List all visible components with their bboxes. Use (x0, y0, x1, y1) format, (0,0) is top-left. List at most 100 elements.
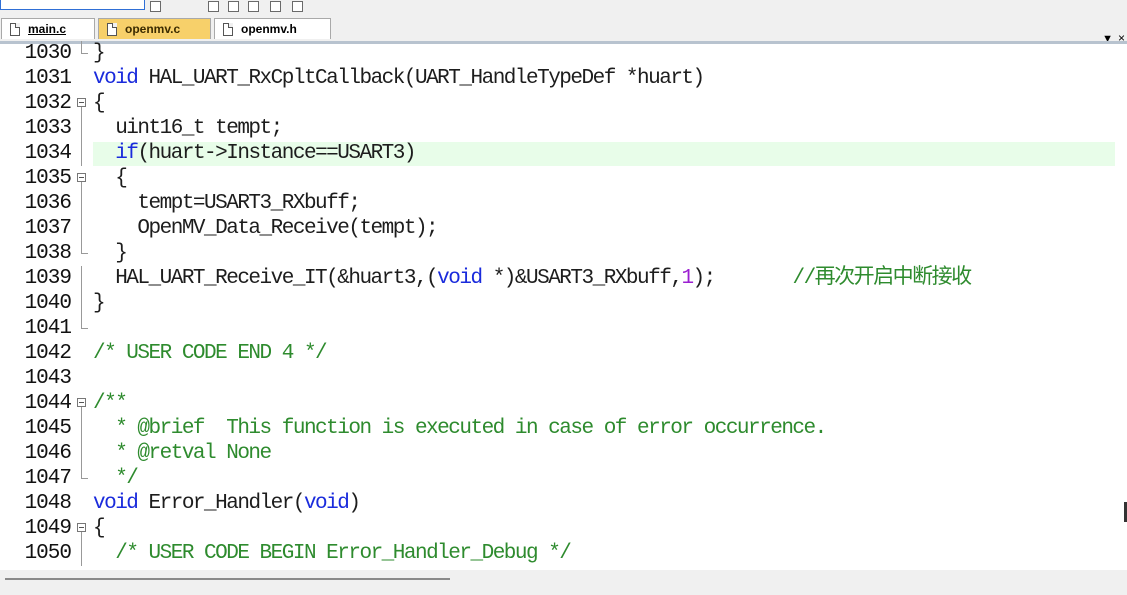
code-text: if(huart->Instance==USART3) (115, 142, 416, 165)
code-editor[interactable]: 1030} 1031 void HAL_UART_RxCpltCallback(UA… (0, 41, 1127, 570)
code-text: * @brief This function is executed in ca… (93, 417, 827, 440)
fold-gutter[interactable] (76, 91, 90, 116)
line-number: 1049 (24, 517, 72, 540)
line-number: 1039 (24, 267, 72, 290)
line-number: 1032 (24, 92, 72, 115)
code-line[interactable]: 1047 */ (0, 466, 1127, 491)
code-line[interactable]: 1046 * @retval None (0, 441, 1127, 466)
code-line[interactable]: 1032 { (0, 91, 1127, 116)
code-line[interactable]: 1049 { (0, 516, 1127, 541)
fold-gutter (76, 216, 90, 241)
code-text: { (93, 167, 128, 190)
code-line[interactable]: 1042 /* USER CODE END 4 */ (0, 341, 1127, 366)
fold-gutter (76, 441, 90, 466)
fold-gutter (76, 41, 90, 66)
line-number: 1031 (24, 67, 72, 90)
code-line[interactable]: 1037 OpenMV_Data_Receive(tempt); (0, 216, 1127, 241)
fold-gutter (76, 366, 90, 391)
code-line[interactable]: 1030} (0, 41, 1127, 66)
code-text: tempt=USART3_RXbuff; (93, 192, 361, 215)
code-text: HAL_UART_Receive_IT(&huart3,(void *)&USA… (93, 267, 972, 290)
tab-label: openmv.h (241, 22, 297, 36)
code-text: /* USER CODE BEGIN Error_Handler_Debug *… (115, 542, 572, 565)
fold-gutter (76, 266, 90, 291)
code-text: /** (93, 392, 128, 415)
collapse-icon[interactable] (77, 523, 86, 532)
code-text: * @retval None (93, 442, 272, 465)
fold-gutter (76, 316, 90, 341)
line-number: 1035 (24, 167, 72, 190)
code-line[interactable]: 1044 /** (0, 391, 1127, 416)
file-icon (10, 22, 20, 36)
code-line[interactable]: 1040} (0, 291, 1127, 316)
code-line[interactable]: 1036 tempt=USART3_RXbuff; (0, 191, 1127, 216)
code-line[interactable]: 1035 { (0, 166, 1127, 191)
code-line[interactable]: 1043 (0, 366, 1127, 391)
fold-gutter (76, 541, 90, 566)
tab-bar: main.c openmv.c openmv.h ▼ × (0, 15, 1127, 45)
fold-gutter (76, 66, 90, 91)
line-number: 1047 (24, 467, 72, 490)
file-icon (223, 22, 233, 36)
line-number: 1044 (24, 392, 72, 415)
fold-gutter[interactable] (76, 391, 90, 416)
tab-label: openmv.c (125, 22, 181, 36)
line-number: 1036 (24, 192, 72, 215)
horizontal-scrollbar[interactable] (0, 570, 1127, 595)
code-text: } (93, 42, 106, 65)
fold-gutter (76, 491, 90, 516)
code-line[interactable]: 1045 * @brief This function is executed … (0, 416, 1127, 441)
code-text: void Error_Handler(void) (93, 492, 361, 515)
code-line[interactable]: 1033 uint16_t tempt; (0, 116, 1127, 141)
line-number: 1037 (24, 217, 72, 240)
line-number: 1046 (24, 442, 72, 465)
fold-gutter (76, 116, 90, 141)
collapse-icon[interactable] (77, 98, 86, 107)
toolbar-search-input[interactable] (0, 0, 145, 10)
line-number: 1040 (24, 292, 72, 315)
collapse-icon[interactable] (77, 173, 86, 182)
code-line[interactable]: 1034 if(huart->Instance==USART3) (0, 141, 1127, 166)
fold-gutter[interactable] (76, 166, 90, 191)
fold-gutter (76, 416, 90, 441)
fold-gutter (76, 241, 90, 266)
bookmark-icon[interactable] (208, 1, 219, 12)
line-number: 1034 (24, 142, 72, 165)
line-number: 1041 (24, 317, 72, 340)
bookmark-next-icon[interactable] (248, 1, 259, 12)
fold-gutter[interactable] (76, 516, 90, 541)
find-icon[interactable] (150, 1, 161, 12)
fold-gutter (76, 466, 90, 491)
collapse-icon[interactable] (77, 398, 86, 407)
tab-openmv-h[interactable]: openmv.h (214, 18, 331, 39)
window-icon[interactable] (292, 1, 303, 12)
line-number: 1045 (24, 417, 72, 440)
bookmark-clear-icon[interactable] (270, 1, 281, 12)
code-line[interactable]: 1038 } (0, 241, 1127, 266)
fold-gutter (76, 191, 90, 216)
bookmark-prev-icon[interactable] (228, 1, 239, 12)
tab-main-c[interactable]: main.c (1, 18, 95, 39)
line-number: 1043 (24, 367, 72, 390)
code-text: uint16_t tempt; (93, 117, 283, 140)
toolbar (0, 0, 1127, 16)
code-text: } (93, 242, 128, 265)
code-text: OpenMV_Data_Receive(tempt); (93, 217, 438, 240)
line-number: 1042 (24, 342, 72, 365)
tab-openmv-c[interactable]: openmv.c (98, 18, 211, 39)
line-number: 1048 (24, 492, 72, 515)
code-line[interactable]: 1050 /* USER CODE BEGIN Error_Handler_De… (0, 541, 1127, 566)
line-number: 1050 (24, 542, 72, 565)
code-text: void HAL_UART_RxCpltCallback(UART_Handle… (93, 67, 705, 90)
code-line[interactable]: 1031 void HAL_UART_RxCpltCallback(UART_Ha… (0, 66, 1127, 91)
code-line[interactable]: 1048 void Error_Handler(void) (0, 491, 1127, 516)
fold-gutter (76, 291, 90, 316)
code-line[interactable]: 1039 HAL_UART_Receive_IT(&huart3,(void *… (0, 266, 1127, 291)
tab-label: main.c (28, 22, 67, 36)
scrollbar-thumb[interactable] (5, 578, 450, 580)
code-text: { (93, 92, 106, 115)
code-line[interactable]: 1041 (0, 316, 1127, 341)
fold-gutter (76, 341, 90, 366)
code-text: { (93, 517, 106, 540)
code-text: } (93, 292, 106, 315)
